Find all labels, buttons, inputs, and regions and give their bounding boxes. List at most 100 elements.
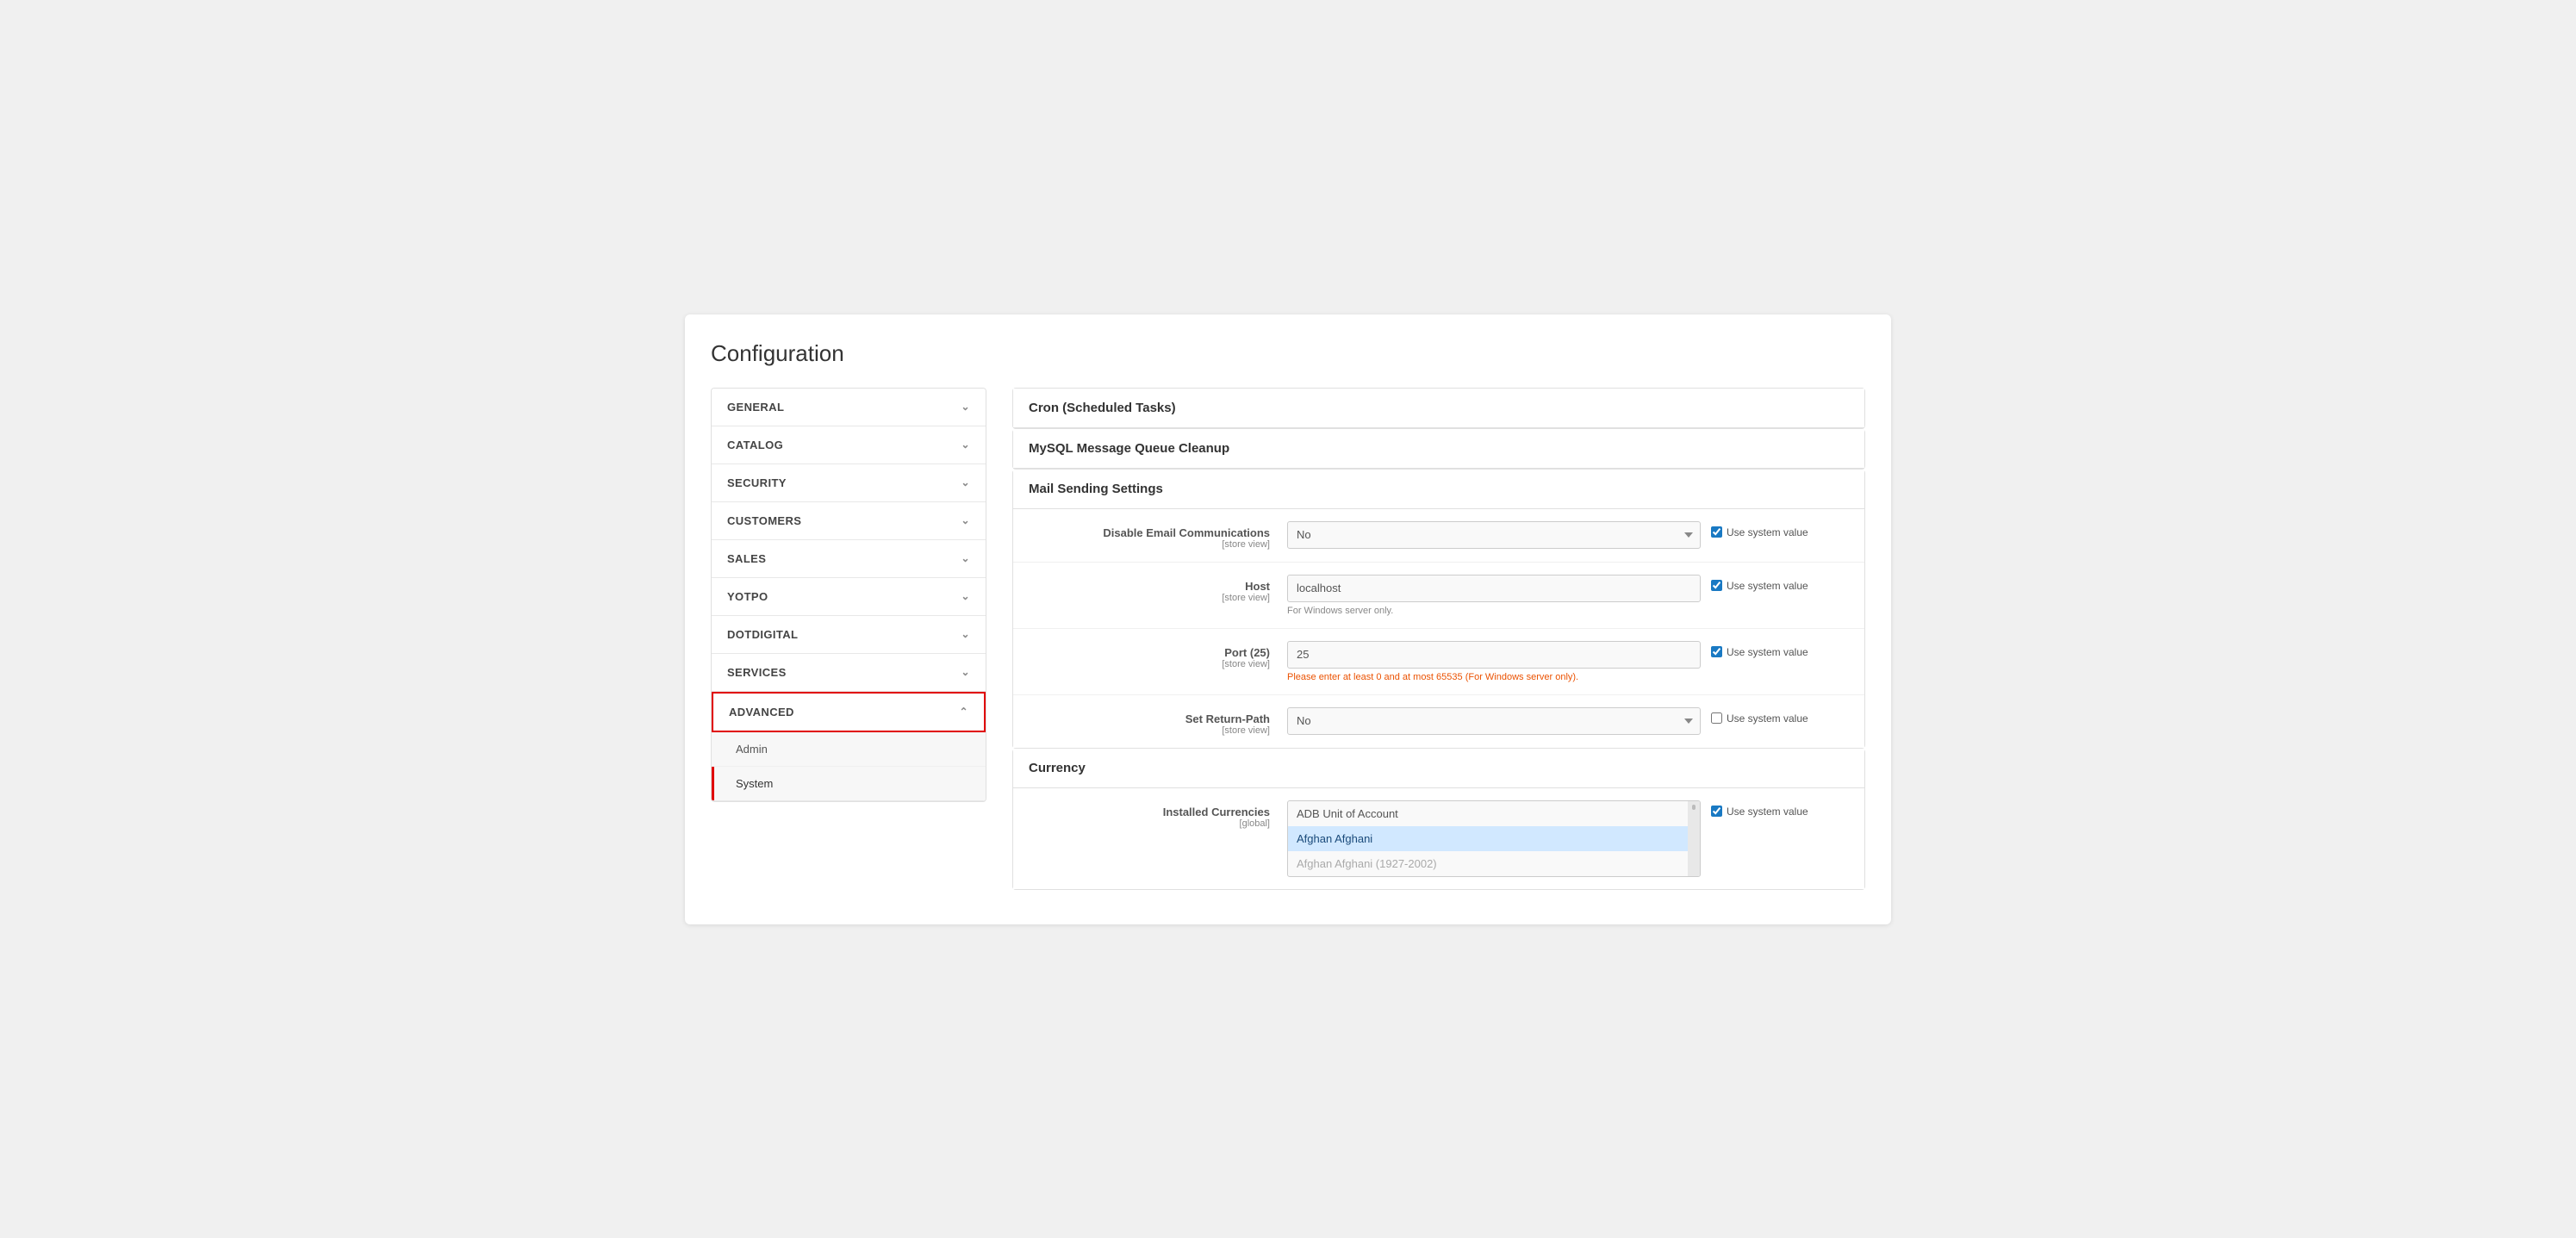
label-return-path: Set Return-Path (1185, 712, 1270, 725)
use-system-val-disable-email[interactable]: Use system value (1711, 521, 1808, 538)
label-currencies: Installed Currencies (1163, 806, 1270, 818)
checkbox-port[interactable] (1711, 646, 1722, 657)
control-col-port: Please enter at least 0 and at most 6553… (1287, 641, 1849, 682)
chevron-down-icon: ⌄ (961, 514, 970, 526)
scope-host: [store view] (1029, 593, 1270, 603)
checkbox-disable-email[interactable] (1711, 526, 1722, 538)
sidebar-item-yotpo[interactable]: YOTPO ⌄ (712, 578, 986, 616)
form-row-currencies: Installed Currencies [global] ADB Unit o… (1013, 788, 1864, 889)
chevron-down-icon: ⌄ (961, 476, 970, 488)
use-system-val-label-host: Use system value (1727, 580, 1808, 592)
mail-title-row: Mail Sending Settings (1013, 470, 1864, 509)
scope-port: [store view] (1029, 659, 1270, 669)
input-wrap-return-path: No Yes (1287, 707, 1701, 735)
sidebar-sub-item-admin[interactable]: Admin (712, 732, 986, 767)
section-cron: Cron (Scheduled Tasks) (1012, 388, 1865, 429)
form-row-disable-email: Disable Email Communications [store view… (1013, 509, 1864, 563)
page-title: Configuration (711, 340, 1865, 367)
currency-listbox: ADB Unit of Account Afghan Afghani Afgha… (1287, 800, 1701, 877)
sidebar-sub-menu: Admin System (712, 732, 986, 801)
chevron-down-icon: ⌄ (961, 552, 970, 564)
select-disable-email[interactable]: No Yes (1287, 521, 1701, 549)
scope-disable-email: [store view] (1029, 539, 1270, 550)
scope-return-path: [store view] (1029, 725, 1270, 736)
mysql-title: MySQL Message Queue Cleanup (1029, 441, 1229, 456)
label-col-port: Port (25) [store view] (1029, 641, 1287, 669)
currency-item-afghani[interactable]: Afghan Afghani (1288, 826, 1688, 851)
checkbox-return-path[interactable] (1711, 712, 1722, 724)
form-row-port: Port (25) [store view] Please enter at l… (1013, 629, 1864, 695)
chevron-down-icon: ⌄ (961, 590, 970, 602)
hint-port: Please enter at least 0 and at most 6553… (1287, 672, 1701, 682)
currency-title-row: Currency (1013, 749, 1864, 788)
input-wrap-disable-email: No Yes (1287, 521, 1701, 549)
sidebar-item-customers-label: CUSTOMERS (727, 514, 801, 527)
label-col-disable-email: Disable Email Communications [store view… (1029, 521, 1287, 550)
sidebar-item-catalog[interactable]: CATALOG ⌄ (712, 426, 986, 464)
use-system-val-label-currencies: Use system value (1727, 806, 1808, 818)
sidebar-item-sales-label: SALES (727, 552, 766, 565)
form-row-return-path: Set Return-Path [store view] No Yes (1013, 695, 1864, 748)
checkbox-currencies[interactable] (1711, 806, 1722, 817)
sidebar-item-catalog-label: CATALOG (727, 439, 783, 451)
content-area: Cron (Scheduled Tasks) MySQL Message Que… (986, 388, 1865, 890)
sidebar-item-sales[interactable]: SALES ⌄ (712, 540, 986, 578)
use-system-val-label: Use system value (1727, 526, 1808, 538)
use-system-val-label-port: Use system value (1727, 646, 1808, 658)
input-wrap-host: For Windows server only. (1287, 575, 1701, 616)
sidebar-sub-item-admin-label: Admin (736, 743, 768, 756)
currency-listbox-wrap: ADB Unit of Account Afghan Afghani Afgha… (1287, 800, 1701, 877)
sidebar-item-advanced-label: ADVANCED (729, 706, 794, 719)
listbox-scrollbar[interactable] (1688, 801, 1700, 876)
checkbox-host[interactable] (1711, 580, 1722, 591)
sidebar-item-dotdigital[interactable]: DOTDIGITAL ⌄ (712, 616, 986, 654)
sidebar-item-services[interactable]: SERVICES ⌄ (712, 654, 986, 692)
select-return-path[interactable]: No Yes (1287, 707, 1701, 735)
section-currency: Currency Installed Currencies [global] (1012, 749, 1865, 890)
label-col-currencies: Installed Currencies [global] (1029, 800, 1287, 829)
sidebar-sub-item-system-label: System (736, 777, 773, 790)
section-mail: Mail Sending Settings Disable Email Comm… (1012, 470, 1865, 749)
input-host[interactable] (1287, 575, 1701, 602)
use-system-val-currencies[interactable]: Use system value (1711, 800, 1808, 818)
cron-title: Cron (Scheduled Tasks) (1029, 401, 1176, 415)
currency-item-afghani-old[interactable]: Afghan Afghani (1927-2002) (1288, 851, 1688, 876)
currency-item-adb[interactable]: ADB Unit of Account (1288, 801, 1688, 826)
input-port[interactable] (1287, 641, 1701, 669)
hint-host: For Windows server only. (1287, 606, 1701, 616)
section-mysql: MySQL Message Queue Cleanup (1012, 429, 1865, 470)
sidebar-sub-item-system[interactable]: System (712, 767, 986, 800)
use-system-val-host[interactable]: Use system value (1711, 575, 1808, 592)
scope-currencies: [global] (1029, 818, 1270, 829)
mysql-title-row: MySQL Message Queue Cleanup (1013, 429, 1864, 469)
chevron-down-icon: ⌄ (961, 666, 970, 678)
sidebar-item-security-label: SECURITY (727, 476, 787, 489)
use-system-val-port[interactable]: Use system value (1711, 641, 1808, 658)
label-port: Port (25) (1224, 646, 1270, 659)
use-system-val-return-path[interactable]: Use system value (1711, 707, 1808, 725)
sidebar-item-advanced[interactable]: ADVANCED ⌃ (712, 692, 986, 732)
control-col-disable-email: No Yes Use system value (1287, 521, 1849, 549)
currency-title: Currency (1029, 761, 1086, 775)
layout: GENERAL ⌄ CATALOG ⌄ SECURITY ⌄ CUSTOMERS… (711, 388, 1865, 890)
mail-title: Mail Sending Settings (1029, 482, 1163, 496)
cron-title-row: Cron (Scheduled Tasks) (1013, 389, 1864, 428)
sidebar-item-general[interactable]: GENERAL ⌄ (712, 389, 986, 426)
sidebar-item-services-label: SERVICES (727, 666, 787, 679)
sidebar-item-yotpo-label: YOTPO (727, 590, 768, 603)
sidebar-item-security[interactable]: SECURITY ⌄ (712, 464, 986, 502)
control-col-host: For Windows server only. Use system valu… (1287, 575, 1849, 616)
main-card: Configuration GENERAL ⌄ CATALOG ⌄ SECURI… (685, 314, 1891, 924)
sidebar: GENERAL ⌄ CATALOG ⌄ SECURITY ⌄ CUSTOMERS… (711, 388, 986, 802)
control-col-return-path: No Yes Use system value (1287, 707, 1849, 735)
use-system-val-label-rp: Use system value (1727, 712, 1808, 725)
input-wrap-port: Please enter at least 0 and at most 6553… (1287, 641, 1701, 682)
sidebar-item-customers[interactable]: CUSTOMERS ⌄ (712, 502, 986, 540)
chevron-down-icon: ⌄ (961, 401, 970, 413)
chevron-down-icon: ⌄ (961, 439, 970, 451)
chevron-up-icon: ⌃ (960, 706, 968, 718)
form-row-host: Host [store view] For Windows server onl… (1013, 563, 1864, 629)
label-host: Host (1245, 580, 1270, 593)
label-col-return-path: Set Return-Path [store view] (1029, 707, 1287, 736)
sidebar-item-dotdigital-label: DOTDIGITAL (727, 628, 798, 641)
